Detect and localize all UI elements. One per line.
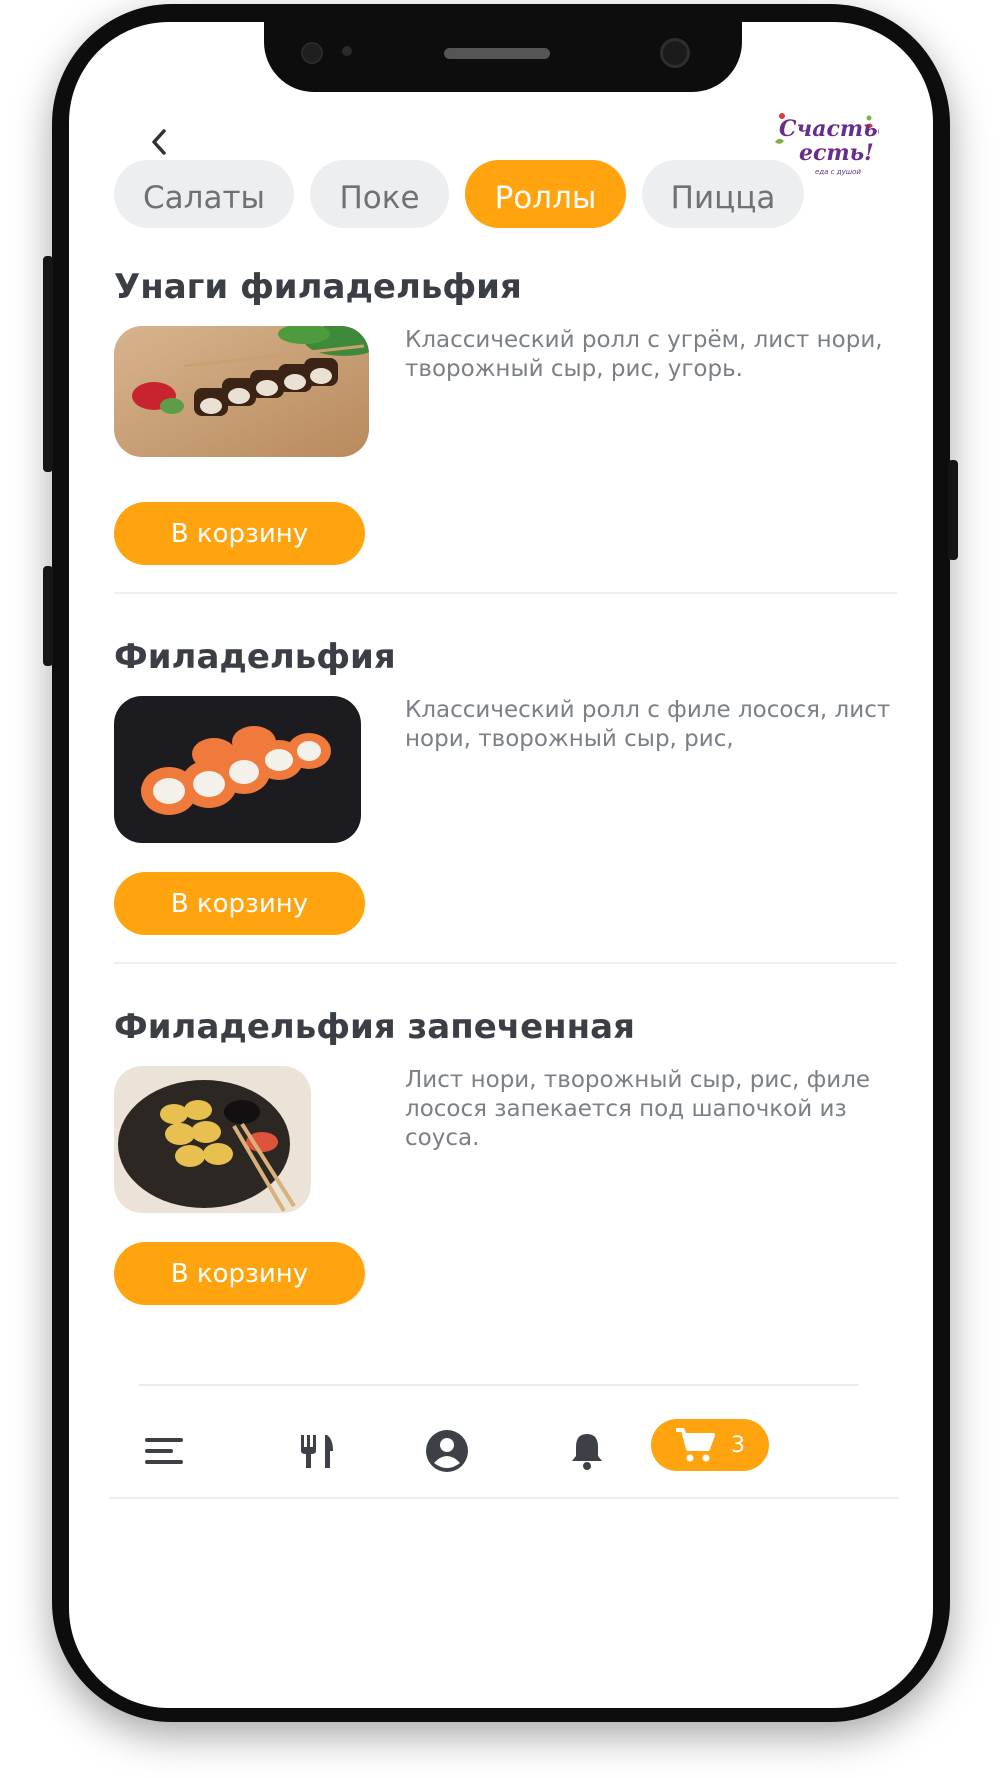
product-image[interactable] xyxy=(114,696,361,843)
tab-poke[interactable]: Поке xyxy=(310,160,449,228)
tab-salads[interactable]: Салаты xyxy=(114,160,294,228)
product-description: Классический ролл с угрём, лист нори, тв… xyxy=(405,327,883,382)
bell-icon xyxy=(572,1434,602,1470)
cart-icon xyxy=(676,1428,715,1462)
notifications-button[interactable] xyxy=(563,1427,611,1475)
product-title: Филадельфия xyxy=(114,637,396,677)
menu-button[interactable] xyxy=(141,1427,189,1475)
product-title: Унаги филадельфия xyxy=(114,267,522,307)
bottom-tab-bar: 3 xyxy=(69,1407,933,1507)
home-indicator-line xyxy=(109,1497,899,1499)
product-image[interactable] xyxy=(114,1066,311,1213)
category-tabs: Салаты Поке Роллы Пицца xyxy=(114,160,914,228)
phone-side-button-left-2 xyxy=(43,566,53,666)
product-card: Филадельфия запеченная Лист нори, творож… xyxy=(114,1007,897,1307)
app-screen: Счастье есть! еда с душой Салаты Поке Ро… xyxy=(69,22,933,1708)
restaurant-icon xyxy=(301,1435,333,1468)
product-description: Классический ролл с филе лосося, лист но… xyxy=(405,697,891,752)
menu-icon xyxy=(145,1438,183,1464)
front-camera-icon xyxy=(660,38,690,68)
product-description: Лист нори, творожный сыр, рис, филе лосо… xyxy=(405,1067,871,1151)
phone-side-button-right xyxy=(948,460,958,560)
back-button[interactable] xyxy=(139,122,179,162)
tabbar-divider xyxy=(139,1384,859,1386)
add-to-cart-button[interactable]: В корзину xyxy=(114,502,365,565)
tab-pizza[interactable]: Пицца xyxy=(642,160,804,228)
account-icon xyxy=(426,1430,468,1472)
add-to-cart-button[interactable]: В корзину xyxy=(114,1242,365,1305)
divider xyxy=(114,592,897,594)
cart-count-badge: 3 xyxy=(731,1432,745,1458)
phone-side-button-left-1 xyxy=(43,256,53,472)
phone-notch xyxy=(264,22,742,92)
sensor-icon xyxy=(342,46,352,56)
product-image[interactable] xyxy=(114,326,369,457)
chevron-left-icon xyxy=(152,129,166,155)
product-card: Унаги филадельфия Классический ролл с уг… xyxy=(114,267,897,597)
profile-button[interactable] xyxy=(423,1427,471,1475)
speaker-grille xyxy=(444,48,550,59)
tab-rolls[interactable]: Роллы xyxy=(465,160,626,228)
tab-label: Роллы xyxy=(494,180,597,216)
tab-label: Салаты xyxy=(143,180,265,216)
tab-label: Поке xyxy=(339,180,420,216)
restaurant-menu-button[interactable] xyxy=(293,1427,341,1475)
product-title: Филадельфия запеченная xyxy=(114,1007,635,1047)
tab-label: Пицца xyxy=(670,180,776,216)
divider xyxy=(114,962,897,964)
add-to-cart-button[interactable]: В корзину xyxy=(114,872,365,935)
camera-icon xyxy=(301,42,323,64)
svg-text:Счастье: Счастье xyxy=(779,116,879,142)
cart-button[interactable]: 3 xyxy=(651,1419,769,1471)
product-card: Филадельфия Классический ролл с филе лос… xyxy=(114,637,897,967)
